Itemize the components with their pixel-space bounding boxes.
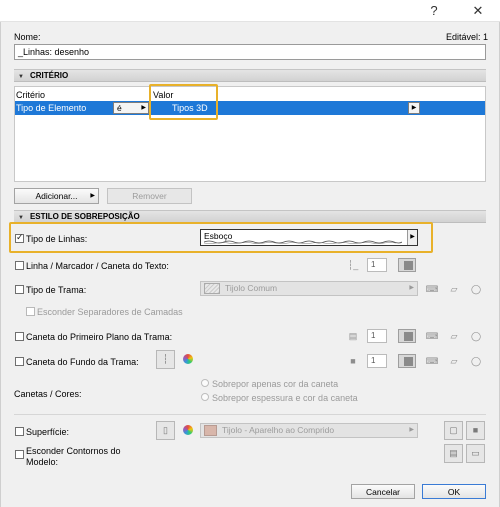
hide-contours-checkbox[interactable] xyxy=(15,450,24,459)
help-button[interactable]: ? xyxy=(412,0,456,22)
contour-hide-icon[interactable]: ▭ xyxy=(466,444,485,463)
pen-weight-color-label: Sobrepor espessura e cor da caneta xyxy=(212,393,358,403)
fill-type-checkbox[interactable] xyxy=(15,285,24,294)
pen-icon[interactable]: ┆ xyxy=(156,350,175,369)
fill-skew-icon: ▱ xyxy=(450,356,458,366)
criteria-section-title: CRITÉRIO xyxy=(29,71,69,80)
surface-swatch-icon xyxy=(204,425,217,436)
add-criterion-button[interactable]: Adicionar... ▶ xyxy=(14,188,99,204)
line-type-label: Tipo de Linhas: xyxy=(26,234,88,244)
bg-pen-color-swatch[interactable] xyxy=(398,354,416,368)
line-type-dropdown[interactable]: Esboço ▶ xyxy=(200,229,418,246)
hide-separators-checkbox[interactable] xyxy=(26,307,35,316)
surface-label: Superfície: xyxy=(26,427,70,437)
cancel-button[interactable]: Cancelar xyxy=(351,484,415,499)
dropdown-arrow-icon: ▶ xyxy=(141,105,146,111)
paint-bucket-icon[interactable]: ▯ xyxy=(156,421,175,440)
highlight-value-box xyxy=(149,84,218,120)
fill-distort-icon: ◯ xyxy=(470,284,482,294)
add-menu-arrow-icon: ▶ xyxy=(90,193,95,199)
line-pen-color-swatch[interactable] xyxy=(398,258,416,272)
fill-type-label: Tipo de Trama: xyxy=(26,285,87,295)
color-wheel-icon[interactable] xyxy=(183,354,193,364)
fg-pen-color-swatch[interactable] xyxy=(398,329,416,343)
editable-label: Editável: 1 xyxy=(446,32,489,42)
fill-pattern-icon xyxy=(204,283,220,294)
sketch-line-preview-icon xyxy=(204,240,402,244)
pen-weight-color-radio[interactable] xyxy=(201,393,209,401)
value-dropdown-arrow-icon[interactable]: ▶ xyxy=(408,102,420,114)
collapse-triangle-icon: ▼ xyxy=(18,74,24,80)
dropdown-arrow-icon: ▶ xyxy=(407,230,417,245)
col-header-criterion: Critério xyxy=(16,90,46,100)
dropdown-arrow-icon: ▶ xyxy=(409,285,414,291)
line-type-checkbox[interactable] xyxy=(15,232,24,243)
surface-settings-icon[interactable]: ■ xyxy=(466,421,485,440)
fill-type-value: Tijolo Comum xyxy=(225,283,278,293)
pen-weight-icon: ┆_ xyxy=(347,260,359,270)
surface-checkbox[interactable] xyxy=(15,427,24,436)
criteria-row[interactable]: Tipo de Elemento é ▶ Tipos 3D ▶ xyxy=(15,101,485,115)
fill-orientation-icon: ⌨ xyxy=(425,356,439,366)
fg-pen-label: Caneta do Primeiro Plano da Trama: xyxy=(26,332,173,342)
surface-dropdown[interactable]: Tijolo - Aparelho ao Comprido ▶ xyxy=(200,423,418,438)
line-pen-number[interactable]: 1 xyxy=(367,258,387,272)
add-button-label: Adicionar... xyxy=(35,191,78,201)
fill-orientation-icon: ⌨ xyxy=(425,284,439,294)
fg-pen-number[interactable]: 1 xyxy=(367,329,387,343)
fill-distort-icon: ◯ xyxy=(470,356,482,366)
fill-orientation-icon: ⌨ xyxy=(425,331,439,341)
fill-skew-icon: ▱ xyxy=(450,284,458,294)
fill-bg-icon: ■ xyxy=(350,356,356,366)
operator-value: é xyxy=(117,103,122,113)
fill-skew-icon: ▱ xyxy=(450,331,458,341)
line-marker-pen-checkbox[interactable] xyxy=(15,261,24,270)
pen-color-only-label: Sobrepor apenas cor da caneta xyxy=(212,379,339,389)
close-button[interactable]: ✕ xyxy=(456,0,500,22)
fill-type-dropdown[interactable]: Tijolo Comum ▶ xyxy=(200,281,418,296)
surface-value: Tijolo - Aparelho ao Comprido xyxy=(222,425,335,435)
fill-distort-icon: ◯ xyxy=(470,331,482,341)
contour-show-icon[interactable]: ▤ xyxy=(444,444,463,463)
dropdown-arrow-icon: ▶ xyxy=(409,427,414,433)
bg-pen-checkbox[interactable] xyxy=(15,357,24,366)
hatch-pen-icon: ▤ xyxy=(348,331,358,341)
color-wheel-icon[interactable] xyxy=(183,425,193,435)
hide-contours-label: Esconder Contornos do Modelo: xyxy=(26,446,121,467)
line-marker-pen-label: Linha / Marcador / Caneta do Texto: xyxy=(26,261,169,271)
criteria-section-header[interactable]: ▼ CRITÉRIO xyxy=(14,69,486,82)
name-label: Nome: xyxy=(14,32,41,42)
fg-pen-checkbox[interactable] xyxy=(15,332,24,341)
pen-color-only-radio[interactable] xyxy=(201,379,209,387)
criteria-row-criterion: Tipo de Elemento xyxy=(16,103,87,113)
surface-catalog-icon[interactable]: ▢ xyxy=(444,421,463,440)
operator-dropdown[interactable]: é ▶ xyxy=(113,102,149,114)
pens-colors-label: Canetas / Cores: xyxy=(14,389,82,399)
name-field[interactable]: _Linhas: desenho xyxy=(14,44,486,60)
criteria-table: Critério Valor Tipo de Elemento é ▶ Tipo… xyxy=(14,86,486,182)
ok-button[interactable]: OK xyxy=(422,484,486,499)
hide-separators-label: Esconder Separadores de Camadas xyxy=(37,307,183,317)
override-section-title: ESTILO DE SOBREPOSIÇÃO xyxy=(29,212,140,221)
bg-pen-label: Caneta do Fundo da Trama: xyxy=(26,357,139,367)
divider xyxy=(14,414,486,415)
remove-criterion-button[interactable]: Remover xyxy=(107,188,192,204)
bg-pen-number[interactable]: 1 xyxy=(367,354,387,368)
title-bar: ? ✕ xyxy=(0,0,500,22)
